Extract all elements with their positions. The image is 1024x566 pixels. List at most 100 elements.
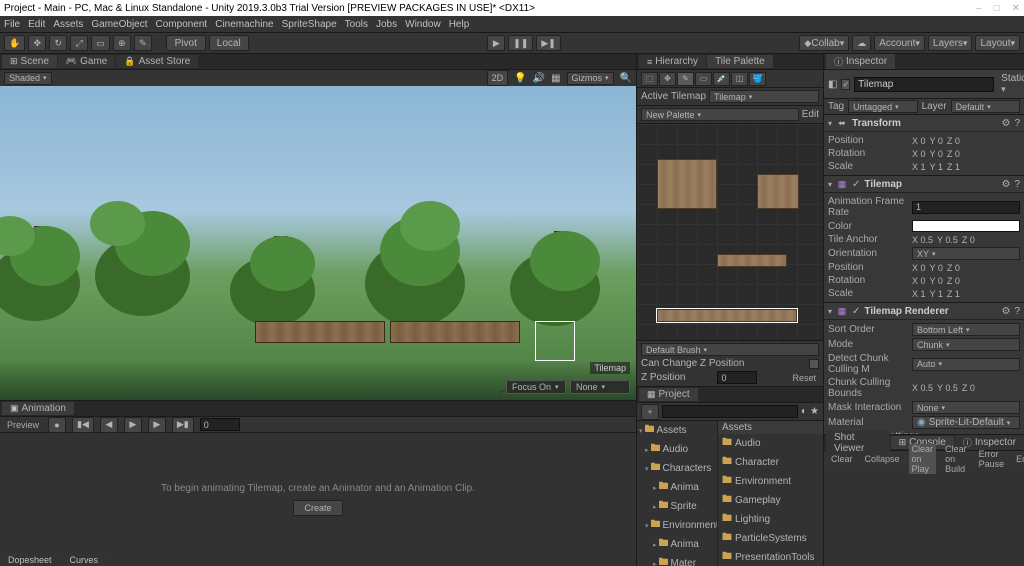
anim-last-icon[interactable]: ▶▮ <box>172 417 194 433</box>
focus-on-dropdown[interactable]: Focus On <box>506 380 566 394</box>
shading-dropdown[interactable]: Shaded <box>4 72 52 85</box>
2d-toggle[interactable]: 2D <box>487 70 509 86</box>
transform-help-icon[interactable]: ? <box>1014 118 1020 129</box>
curves-tab[interactable]: Curves <box>62 554 107 566</box>
menu-window[interactable]: Window <box>405 19 441 30</box>
material-field[interactable]: ◉ Sprite-Lit-Default <box>912 416 1020 429</box>
tmr-enabled-checkbox[interactable]: ✓ <box>852 306 860 317</box>
tab-shotviewer[interactable]: Shot Viewer <box>826 431 890 455</box>
anim-prev-icon[interactable]: ◀ <box>100 417 118 433</box>
lighting-icon[interactable]: 💡 <box>514 73 526 84</box>
tp-picker-icon[interactable]: 💉 <box>713 72 730 86</box>
cloud-icon[interactable]: ☁ <box>852 35 871 51</box>
fx-icon[interactable]: ▦ <box>551 73 560 84</box>
console-collapse[interactable]: Collapse <box>862 454 903 464</box>
pivot-toggle[interactable]: Pivot <box>166 35 206 51</box>
tile-palette-canvas[interactable] <box>637 124 823 340</box>
close-icon[interactable]: ✕ <box>1012 3 1020 14</box>
focus-none-dropdown[interactable]: None <box>570 380 630 394</box>
dopesheet-tab[interactable]: Dopesheet <box>0 554 60 566</box>
anim-frame-rate-input[interactable] <box>912 201 1020 214</box>
hand-tool-icon[interactable]: ✋ <box>4 35 25 51</box>
collab-dropdown[interactable]: ◆ Collab ▾ <box>799 35 849 51</box>
object-name-input[interactable] <box>854 77 994 92</box>
layers-dropdown[interactable]: Layers ▾ <box>928 35 973 51</box>
anim-frame-input[interactable] <box>200 418 240 431</box>
search-icon[interactable]: 🔍 <box>620 73 632 84</box>
breadcrumb-assets[interactable]: Assets <box>722 422 752 433</box>
orientation-dropdown[interactable]: XY <box>912 247 1020 260</box>
menu-file[interactable]: File <box>4 19 20 30</box>
anim-next-icon[interactable]: ▶ <box>148 417 166 433</box>
layer-dropdown[interactable]: Default <box>951 100 1020 113</box>
menu-tools[interactable]: Tools <box>345 19 368 30</box>
menu-spriteshape[interactable]: SpriteShape <box>282 19 337 30</box>
transform-gear-icon[interactable]: ⚙ <box>1001 118 1010 129</box>
tmr-gear-icon[interactable]: ⚙ <box>1001 306 1010 317</box>
project-create-icon[interactable]: + <box>641 404 659 420</box>
tab-scene[interactable]: ⊞ Scene <box>2 55 57 68</box>
tilemap-color-field[interactable] <box>912 220 1020 232</box>
anim-record-icon[interactable]: ● <box>48 417 66 433</box>
menu-edit[interactable]: Edit <box>28 19 45 30</box>
tab-tilepalette[interactable]: Tile Palette <box>707 55 773 68</box>
active-tilemap-dropdown[interactable]: Tilemap <box>709 90 819 103</box>
menu-assets[interactable]: Assets <box>53 19 83 30</box>
palette-dropdown[interactable]: New Palette <box>641 108 799 121</box>
mask-interaction-dropdown[interactable]: None <box>912 401 1020 414</box>
sort-order-dropdown[interactable]: Bottom Left <box>912 323 1020 336</box>
project-list[interactable]: Assets 🖿Audio 🖿Character 🖿Environment 🖿G… <box>717 421 823 566</box>
scale-tool-icon[interactable]: ⤢ <box>70 35 88 51</box>
tab-game[interactable]: 🎮 Game <box>58 55 115 68</box>
rect-tool-icon[interactable]: ▭ <box>91 35 110 51</box>
tab-inspector[interactable]: ⓘ Inspector <box>826 54 895 69</box>
menu-jobs[interactable]: Jobs <box>376 19 397 30</box>
tab-animation[interactable]: ▣ Animation <box>2 402 74 415</box>
tp-box-icon[interactable]: ▭ <box>695 72 712 86</box>
tp-brush-icon[interactable]: ✎ <box>677 72 694 86</box>
custom-tool-icon[interactable]: ✎ <box>134 35 152 51</box>
tp-move-icon[interactable]: ✥ <box>659 72 676 86</box>
anim-first-icon[interactable]: ▮◀ <box>72 417 94 433</box>
static-dropdown[interactable]: Static ▾ <box>998 73 1024 95</box>
console-clear-on-build[interactable]: Clear on Build <box>942 444 970 474</box>
console-clear[interactable]: Clear <box>828 454 856 464</box>
project-tree[interactable]: 🖿Assets 🖿Audio 🖿Characters 🖿Anima 🖿Sprit… <box>637 421 717 566</box>
scene-viewport[interactable]: Tilemap Focus On None <box>0 86 636 400</box>
tp-select-icon[interactable]: ⬚ <box>641 72 658 86</box>
pause-button[interactable]: ❚❚ <box>508 35 533 51</box>
move-tool-icon[interactable]: ✥ <box>28 35 46 51</box>
tab-project[interactable]: ▦ Project <box>639 388 698 401</box>
tag-dropdown[interactable]: Untagged <box>848 100 917 113</box>
layout-dropdown[interactable]: Layout ▾ <box>975 35 1020 51</box>
tilemap-enabled-checkbox[interactable]: ✓ <box>852 179 860 190</box>
rotate-tool-icon[interactable]: ↻ <box>49 35 67 51</box>
console-clear-on-play[interactable]: Clear on Play <box>909 444 937 474</box>
menu-help[interactable]: Help <box>449 19 470 30</box>
project-search-input[interactable] <box>662 405 798 418</box>
z-reset-button[interactable]: Reset <box>789 373 819 383</box>
favorite-icon[interactable]: ★ <box>810 406 819 417</box>
brush-dropdown[interactable]: Default Brush <box>641 343 819 356</box>
account-dropdown[interactable]: Account ▾ <box>874 35 925 51</box>
z-position-input[interactable] <box>717 371 757 384</box>
maximize-icon[interactable]: □ <box>994 3 1000 14</box>
filter-icon[interactable]: ◐ <box>801 406 807 417</box>
palette-edit-button[interactable]: Edit <box>802 109 819 120</box>
can-change-z-checkbox[interactable] <box>809 359 819 369</box>
mode-dropdown[interactable]: Chunk <box>912 338 1020 351</box>
anim-preview[interactable]: Preview <box>4 420 42 430</box>
audio-icon[interactable]: 🔊 <box>533 73 545 84</box>
tp-fill-icon[interactable]: 🪣 <box>749 72 766 86</box>
tab-assetstore[interactable]: 🔒 Asset Store <box>116 55 198 68</box>
animation-create-button[interactable]: Create <box>293 500 342 516</box>
gizmos-dropdown[interactable]: Gizmos <box>567 72 614 85</box>
anim-play-icon[interactable]: ▶ <box>124 417 142 433</box>
tab-hierarchy[interactable]: ≡ Hierarchy <box>639 55 706 68</box>
play-button[interactable]: ▶ <box>487 35 505 51</box>
minimize-icon[interactable]: – <box>976 3 982 14</box>
menu-component[interactable]: Component <box>156 19 208 30</box>
object-enabled-checkbox[interactable]: ✓ <box>841 79 850 90</box>
local-toggle[interactable]: Local <box>209 35 249 51</box>
menu-gameobject[interactable]: GameObject <box>91 19 147 30</box>
